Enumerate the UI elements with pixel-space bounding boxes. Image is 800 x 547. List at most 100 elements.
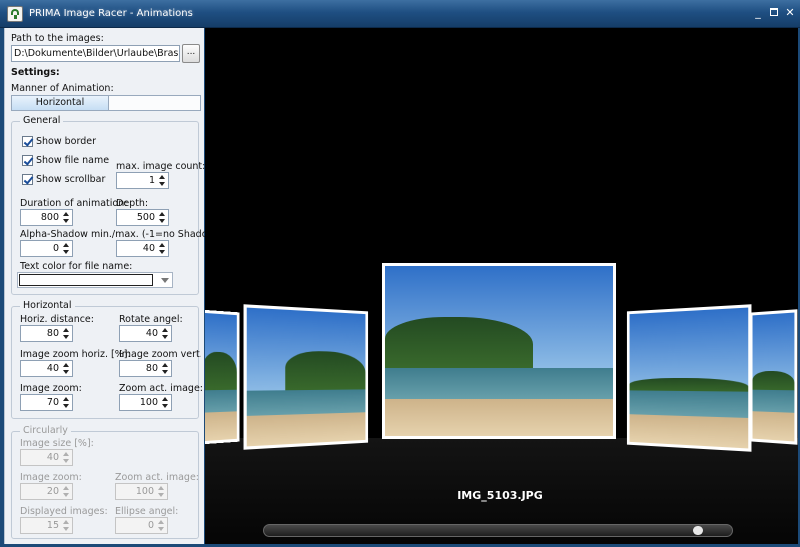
zoom-vert-label: Image zoom vert. [% bbox=[119, 349, 201, 360]
spin-down-icon[interactable] bbox=[63, 250, 69, 254]
show-scrollbar-label: Show scrollbar bbox=[36, 174, 105, 185]
spin-up-icon[interactable] bbox=[159, 175, 165, 179]
current-photo[interactable] bbox=[382, 263, 616, 439]
spin-down-icon bbox=[63, 493, 69, 497]
zoom-act-stepper[interactable]: 100 bbox=[119, 394, 172, 411]
spin-down-icon[interactable] bbox=[63, 335, 69, 339]
spin-down-icon[interactable] bbox=[159, 182, 165, 186]
max-count-label: max. image count: bbox=[116, 161, 205, 172]
horizontal-group-title: Horizontal bbox=[20, 300, 75, 311]
tab-horizontal[interactable]: Horizontal bbox=[12, 96, 109, 110]
photo-thumbnail[interactable] bbox=[244, 304, 369, 450]
spin-up-icon bbox=[63, 486, 69, 490]
alpha-shadow-label: Alpha-Shadow min./max. (-1=no Shadow): bbox=[20, 229, 222, 240]
image-zoom-label: Image zoom: bbox=[20, 383, 82, 394]
text-color-label: Text color for file name: bbox=[20, 261, 132, 272]
maximize-button[interactable] bbox=[767, 6, 781, 20]
spin-up-icon[interactable] bbox=[63, 397, 69, 401]
circ-image-zoom-value: 20 bbox=[47, 484, 59, 499]
spin-up-icon bbox=[63, 452, 69, 456]
chevron-down-icon[interactable] bbox=[161, 278, 169, 283]
animation-tabs: Horizontal bbox=[11, 95, 201, 111]
show-border-checkbox[interactable] bbox=[22, 136, 33, 147]
zoom-act-value: 100 bbox=[140, 395, 158, 410]
duration-value: 800 bbox=[41, 210, 59, 225]
circ-zoom-act-value: 100 bbox=[136, 484, 154, 499]
app-icon bbox=[7, 6, 23, 22]
alpha-max-value: 40 bbox=[143, 241, 155, 256]
spin-up-icon[interactable] bbox=[159, 212, 165, 216]
photo-thumbnail[interactable] bbox=[750, 309, 798, 444]
spin-up-icon[interactable] bbox=[162, 363, 168, 367]
spin-down-icon[interactable] bbox=[63, 404, 69, 408]
spin-down-icon[interactable] bbox=[159, 250, 165, 254]
window-title: PRIMA Image Racer - Animations bbox=[29, 8, 193, 19]
duration-stepper[interactable]: 800 bbox=[20, 209, 73, 226]
image-size-value: 40 bbox=[47, 450, 59, 465]
spin-down-icon bbox=[158, 493, 164, 497]
spin-up-icon[interactable] bbox=[63, 243, 69, 247]
show-border-label: Show border bbox=[36, 136, 96, 147]
spin-down-icon bbox=[63, 527, 69, 531]
max-count-value: 1 bbox=[149, 173, 155, 188]
alpha-max-stepper[interactable]: 40 bbox=[116, 240, 169, 257]
max-count-stepper[interactable]: 1 bbox=[116, 172, 169, 189]
image-scrollbar[interactable] bbox=[263, 524, 733, 537]
zoom-horiz-label: Image zoom horiz. [%]: bbox=[20, 349, 131, 360]
circularly-group-title: Circularly bbox=[20, 425, 71, 436]
spin-up-icon[interactable] bbox=[63, 363, 69, 367]
spin-up-icon[interactable] bbox=[159, 243, 165, 247]
image-viewer: IMG_5103.JPG bbox=[205, 28, 798, 544]
spin-up-icon bbox=[158, 520, 164, 524]
spin-up-icon bbox=[158, 486, 164, 490]
image-zoom-stepper[interactable]: 70 bbox=[20, 394, 73, 411]
alpha-min-stepper[interactable]: 0 bbox=[20, 240, 73, 257]
show-file-name-checkbox[interactable] bbox=[22, 155, 33, 166]
horiz-distance-value: 80 bbox=[47, 326, 59, 341]
spin-down-icon[interactable] bbox=[63, 370, 69, 374]
spin-up-icon[interactable] bbox=[63, 328, 69, 332]
rotate-angle-label: Rotate angel: bbox=[119, 314, 183, 325]
scrollbar-thumb[interactable] bbox=[693, 526, 703, 535]
show-scrollbar-checkbox[interactable] bbox=[22, 174, 33, 185]
general-group-title: General bbox=[20, 115, 63, 126]
show-file-name-label: Show file name bbox=[36, 155, 109, 166]
path-input[interactable]: D:\Dokumente\Bilder\Urlaube\Brasilien 20… bbox=[11, 45, 180, 62]
spin-up-icon[interactable] bbox=[63, 212, 69, 216]
photo-thumbnail[interactable] bbox=[205, 310, 240, 445]
spin-up-icon[interactable] bbox=[162, 397, 168, 401]
text-color-select[interactable] bbox=[17, 272, 173, 288]
duration-label: Duration of animation: bbox=[20, 198, 127, 209]
spin-down-icon[interactable] bbox=[159, 219, 165, 223]
color-swatch bbox=[19, 274, 153, 286]
zoom-horiz-stepper[interactable]: 40 bbox=[20, 360, 73, 377]
depth-label: Depth: bbox=[116, 198, 148, 209]
spin-down-icon[interactable] bbox=[63, 219, 69, 223]
circ-image-zoom-stepper: 20 bbox=[20, 483, 73, 500]
close-button[interactable]: ✕ bbox=[783, 6, 797, 20]
current-filename: IMG_5103.JPG bbox=[425, 489, 575, 502]
alpha-min-value: 0 bbox=[53, 241, 59, 256]
depth-stepper[interactable]: 500 bbox=[116, 209, 169, 226]
horiz-distance-label: Horiz. distance: bbox=[20, 314, 94, 325]
circ-image-zoom-label: Image zoom: bbox=[20, 472, 82, 483]
spin-up-icon bbox=[63, 520, 69, 524]
settings-panel: Path to the images: D:\Dokumente\Bilder\… bbox=[4, 28, 204, 544]
horiz-distance-stepper[interactable]: 80 bbox=[20, 325, 73, 342]
browse-button[interactable]: ... bbox=[182, 44, 200, 63]
circ-zoom-act-label: Zoom act. image: bbox=[115, 472, 199, 483]
minimize-button[interactable]: _ bbox=[751, 6, 765, 20]
zoom-horiz-value: 40 bbox=[47, 361, 59, 376]
spin-up-icon[interactable] bbox=[162, 328, 168, 332]
title-bar: PRIMA Image Racer - Animations _ ✕ bbox=[0, 0, 800, 28]
zoom-vert-stepper[interactable]: 80 bbox=[119, 360, 172, 377]
spin-down-icon[interactable] bbox=[162, 370, 168, 374]
rotate-angle-value: 40 bbox=[146, 326, 158, 341]
rotate-angle-stepper[interactable]: 40 bbox=[119, 325, 172, 342]
depth-value: 500 bbox=[137, 210, 155, 225]
spin-down-icon[interactable] bbox=[162, 404, 168, 408]
photo-thumbnail[interactable] bbox=[627, 304, 752, 452]
spin-down-icon[interactable] bbox=[162, 335, 168, 339]
displayed-images-label: Displayed images: bbox=[20, 506, 108, 517]
settings-heading: Settings: bbox=[11, 67, 60, 78]
